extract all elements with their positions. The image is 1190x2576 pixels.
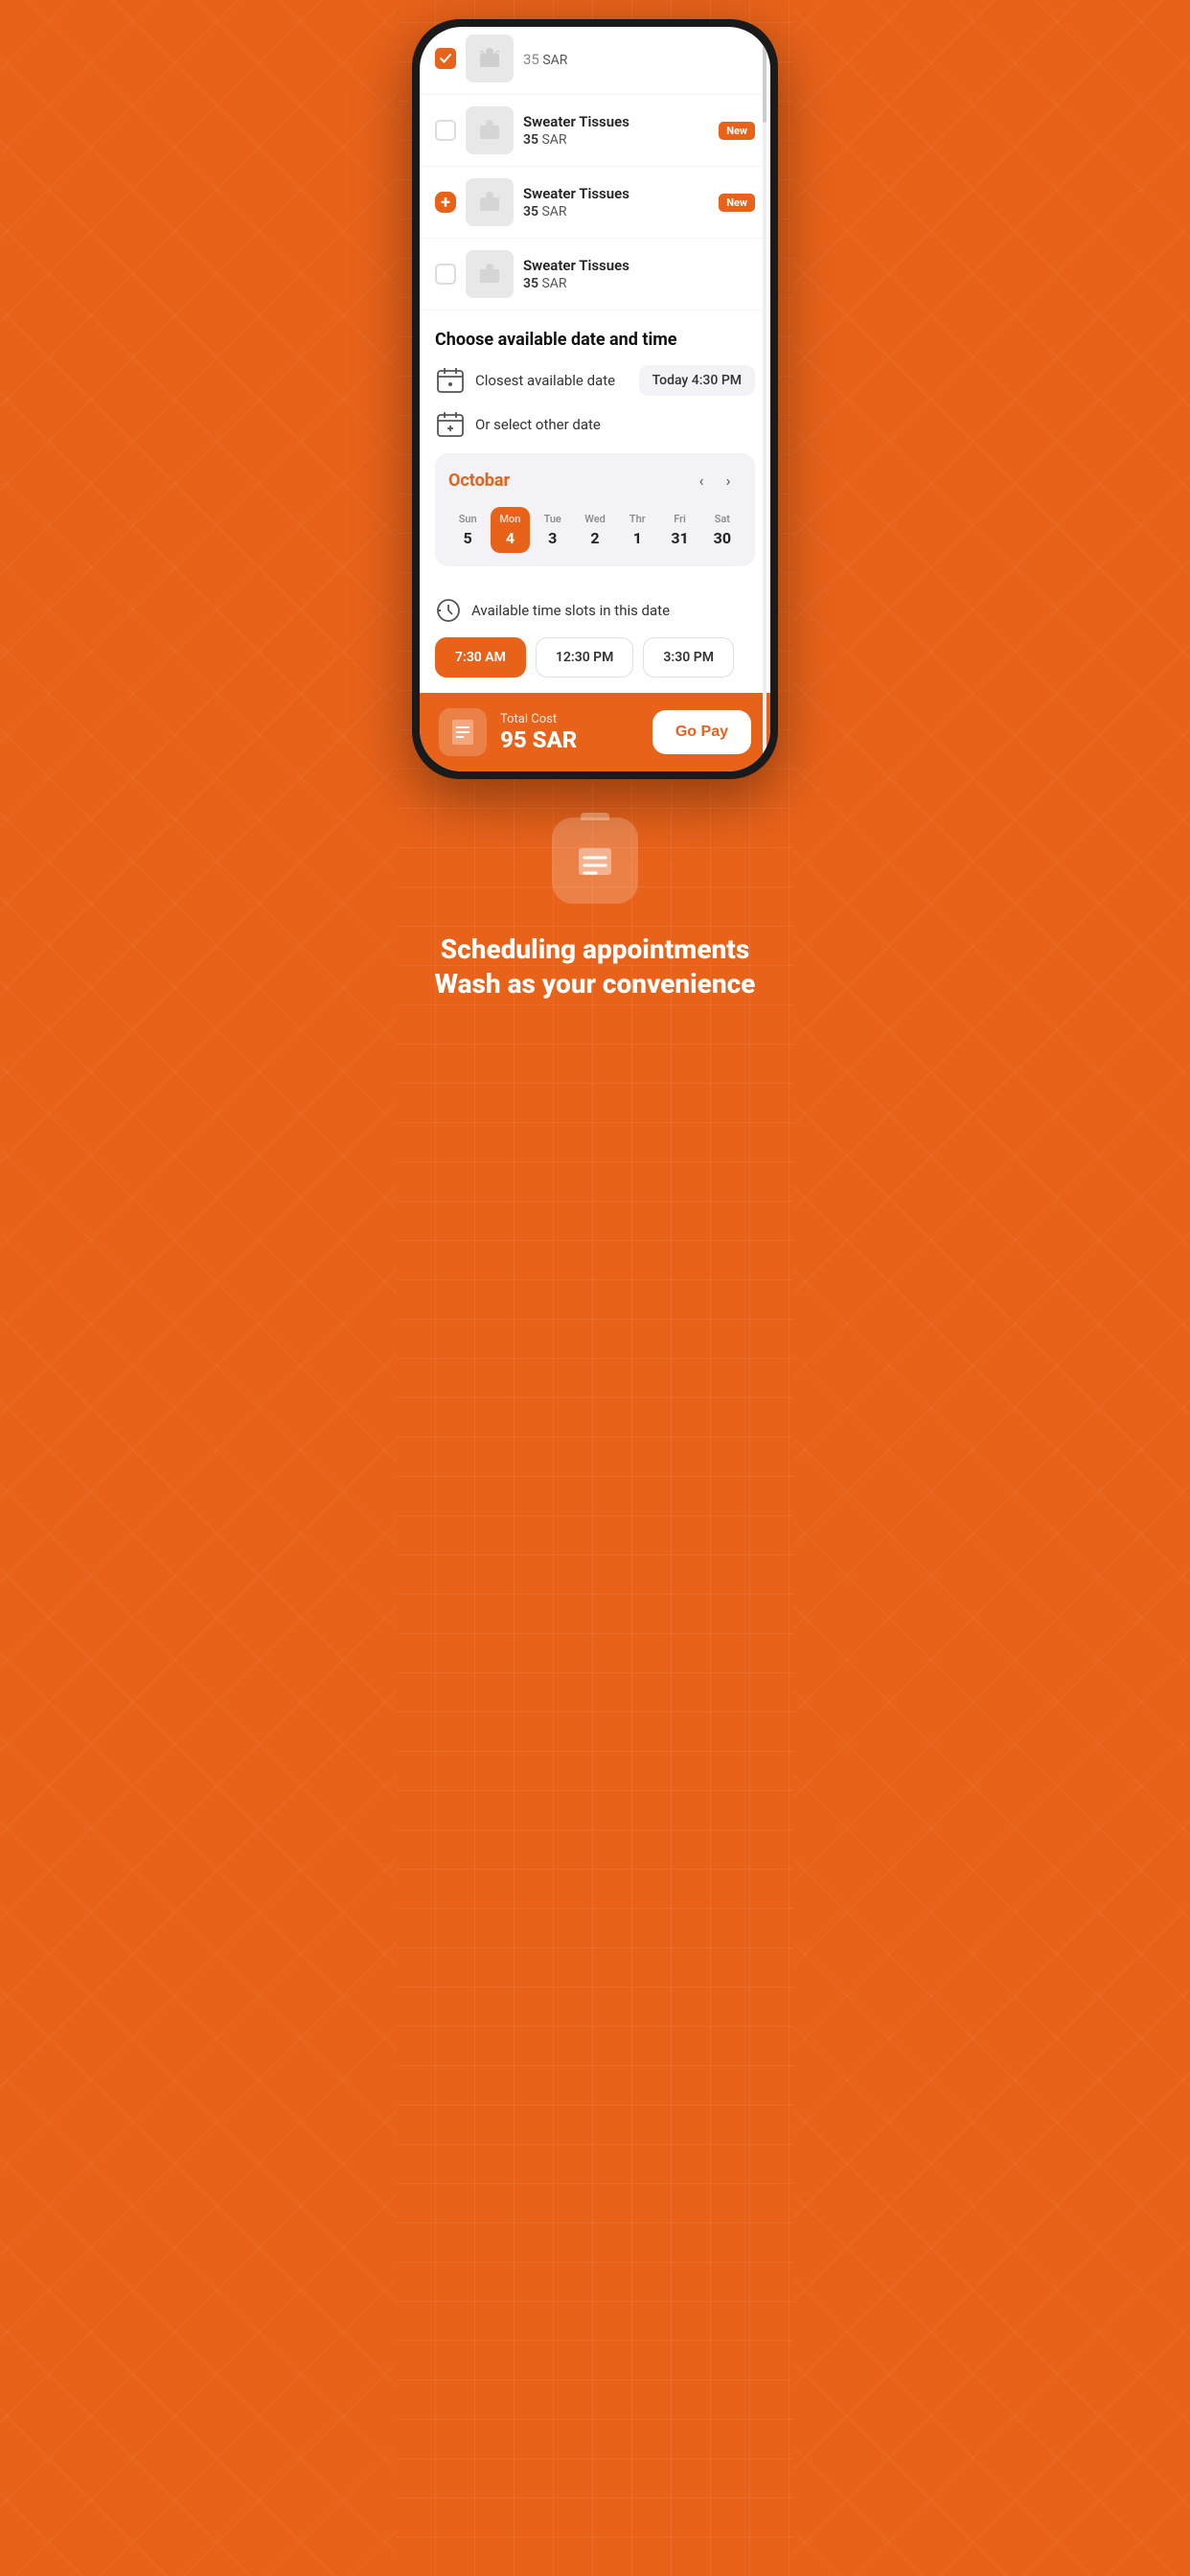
calendar-icon bbox=[435, 365, 466, 396]
closest-date-row: Closest available date Today 4:30 PM bbox=[435, 365, 755, 396]
product-image-2 bbox=[466, 178, 514, 226]
section-title: Choose available date and time bbox=[435, 330, 755, 350]
calendar-day-5[interactable]: Sun 5 bbox=[448, 507, 487, 553]
calendar-add-icon bbox=[435, 409, 466, 440]
receipt-icon-wrap bbox=[439, 708, 487, 756]
time-header-row: Available time slots in this date bbox=[435, 597, 755, 624]
calendar-day-30[interactable]: Sat 30 bbox=[703, 507, 742, 553]
calendar-day-3[interactable]: Tue 3 bbox=[534, 507, 572, 553]
product-add-btn-2[interactable]: + bbox=[435, 192, 456, 213]
go-pay-button[interactable]: Go Pay bbox=[652, 710, 751, 754]
time-slot-3-30-PM[interactable]: 3:30 PM bbox=[643, 637, 734, 678]
product-price-1: 35 SAR bbox=[523, 132, 709, 148]
product-image-3 bbox=[466, 250, 514, 298]
time-slot-7-30-AM[interactable]: 7:30 AM bbox=[435, 637, 526, 678]
calendar-widget: Octobar ‹ › Sun 5 Mon 4 Tue 3 Wed bbox=[435, 453, 755, 566]
product-item-2: + Sweater Tissues 35 SAR bbox=[420, 167, 770, 239]
product-info-2: Sweater Tissues 35 SAR bbox=[523, 185, 709, 219]
total-cost-value: 95 SAR bbox=[500, 726, 639, 753]
product-price-top: 35 SAR bbox=[523, 51, 755, 68]
product-item-1: Sweater Tissues 35 SAR New bbox=[420, 95, 770, 167]
calendar-day-2[interactable]: Wed 2 bbox=[576, 507, 614, 553]
time-slots-label: Available time slots in this date bbox=[471, 602, 670, 619]
product-image-top bbox=[466, 34, 514, 82]
badge-new-2: New bbox=[719, 194, 755, 212]
calendar-next-btn[interactable]: › bbox=[715, 467, 742, 494]
product-price-3: 35 SAR bbox=[523, 276, 755, 291]
product-info-1: Sweater Tissues 35 SAR bbox=[523, 113, 709, 148]
time-section: Available time slots in this date 7:30 A… bbox=[420, 597, 770, 693]
product-checkbox-top[interactable] bbox=[435, 48, 456, 69]
time-slots-container: 7:30 AM12:30 PM3:30 PM bbox=[435, 637, 755, 678]
product-item-3: Sweater Tissues 35 SAR bbox=[420, 239, 770, 310]
time-slot-12-30-PM[interactable]: 12:30 PM bbox=[536, 637, 634, 678]
calendar-day-31[interactable]: Fri 31 bbox=[660, 507, 698, 553]
product-price-2: 35 SAR bbox=[523, 204, 709, 219]
badge-new-1: New bbox=[719, 122, 755, 140]
calendar-day-1[interactable]: Thr 1 bbox=[618, 507, 656, 553]
calendar-prev-btn[interactable]: ‹ bbox=[688, 467, 715, 494]
closest-date-value[interactable]: Today 4:30 PM bbox=[639, 365, 755, 396]
tagline-line2: Wash as your convenience bbox=[420, 967, 770, 1001]
product-image-1 bbox=[466, 106, 514, 154]
calendar-days: Sun 5 Mon 4 Tue 3 Wed 2 Thr 1 Fri 31 Sat… bbox=[448, 507, 742, 553]
bottom-bar: Total Cost 95 SAR Go Pay bbox=[420, 693, 770, 771]
tagline-line1: Scheduling appointments bbox=[420, 932, 770, 967]
product-name-3: Sweater Tissues bbox=[523, 257, 755, 274]
bottom-bar-text: Total Cost 95 SAR bbox=[500, 712, 639, 753]
product-info-3: Sweater Tissues 35 SAR bbox=[523, 257, 755, 291]
products-list: Sweater Tissues 35 SAR New + bbox=[420, 95, 770, 310]
promo-section: Scheduling appointments Wash as your con… bbox=[397, 779, 793, 1060]
calendar-day-4[interactable]: Mon 4 bbox=[491, 507, 529, 553]
product-info-top: 35 SAR bbox=[523, 49, 755, 68]
product-item-top: 35 SAR bbox=[420, 27, 770, 95]
time-icon bbox=[435, 597, 462, 624]
or-select-row: Or select other date bbox=[435, 409, 755, 440]
tagline: Scheduling appointments Wash as your con… bbox=[420, 932, 770, 1002]
product-name-2: Sweater Tissues bbox=[523, 185, 709, 202]
product-checkbox-3[interactable] bbox=[435, 264, 456, 285]
calendar-header: Octobar ‹ › bbox=[448, 467, 742, 494]
closest-date-label: Closest available date bbox=[475, 372, 629, 389]
product-checkbox-1[interactable] bbox=[435, 120, 456, 141]
date-section: Choose available date and time bbox=[420, 310, 770, 597]
product-name-1: Sweater Tissues bbox=[523, 113, 709, 130]
total-cost-label: Total Cost bbox=[500, 712, 639, 726]
app-icon-large bbox=[552, 817, 638, 904]
calendar-month: Octobar bbox=[448, 471, 688, 491]
or-select-label[interactable]: Or select other date bbox=[475, 416, 601, 433]
